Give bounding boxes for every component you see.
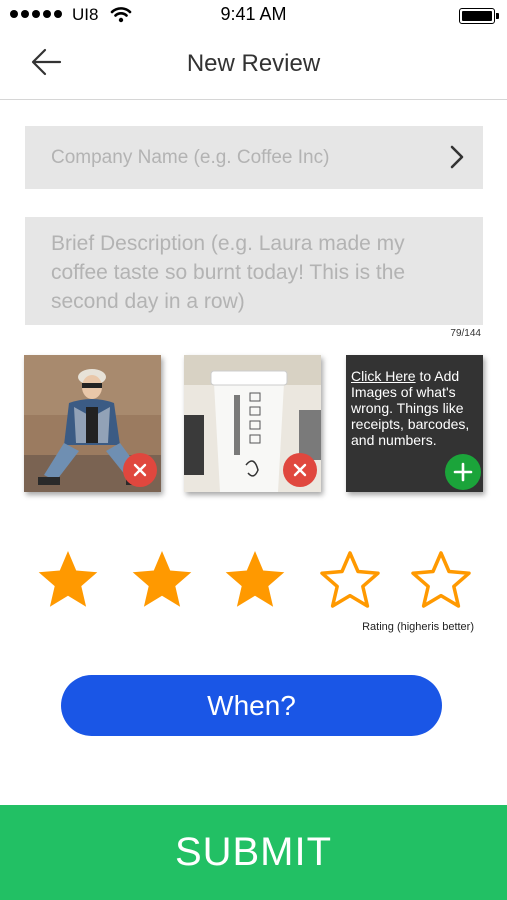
company-name-field[interactable]: Company Name (e.g. Coffee Inc) xyxy=(25,126,483,189)
chevron-right-icon xyxy=(450,145,464,169)
photo-thumbnail-2[interactable] xyxy=(184,355,321,492)
star-icon-filled[interactable] xyxy=(223,548,287,612)
close-icon xyxy=(293,463,307,477)
character-count: 79/144 xyxy=(450,328,481,339)
description-placeholder: Brief Description (e.g. Laura made my co… xyxy=(51,232,406,313)
battery-icon xyxy=(459,8,499,24)
status-time: 9:41 AM xyxy=(220,4,287,24)
add-photo-instructions: Click Here to Add Images of what's wrong… xyxy=(351,368,483,448)
plus-icon xyxy=(453,462,473,482)
remove-photo-button[interactable] xyxy=(123,453,157,487)
add-photo-button[interactable] xyxy=(445,454,481,490)
description-field[interactable]: Brief Description (e.g. Laura made my co… xyxy=(25,217,483,325)
remove-photo-button[interactable] xyxy=(283,453,317,487)
rating-caption: Rating (higheris better) xyxy=(362,621,474,633)
nav-bar: New Review xyxy=(0,32,507,100)
close-icon xyxy=(133,463,147,477)
add-photo-tile[interactable]: Click Here to Add Images of what's wrong… xyxy=(346,355,483,492)
page-title: New Review xyxy=(186,50,321,77)
star-icon-outline[interactable] xyxy=(318,548,382,612)
company-name-placeholder: Company Name (e.g. Coffee Inc) xyxy=(51,146,330,168)
status-bar: UI8 9:41 AM xyxy=(0,0,507,32)
click-here-link[interactable]: Click Here xyxy=(351,368,416,384)
star-icon-filled[interactable] xyxy=(130,548,194,612)
star-rating xyxy=(0,548,507,618)
when-button[interactable]: When? xyxy=(61,675,442,736)
photo-thumbnail-1[interactable] xyxy=(24,355,161,492)
star-icon-outline[interactable] xyxy=(409,548,473,612)
star-icon-filled[interactable] xyxy=(36,548,100,612)
submit-button[interactable]: SUBMIT xyxy=(0,805,507,900)
